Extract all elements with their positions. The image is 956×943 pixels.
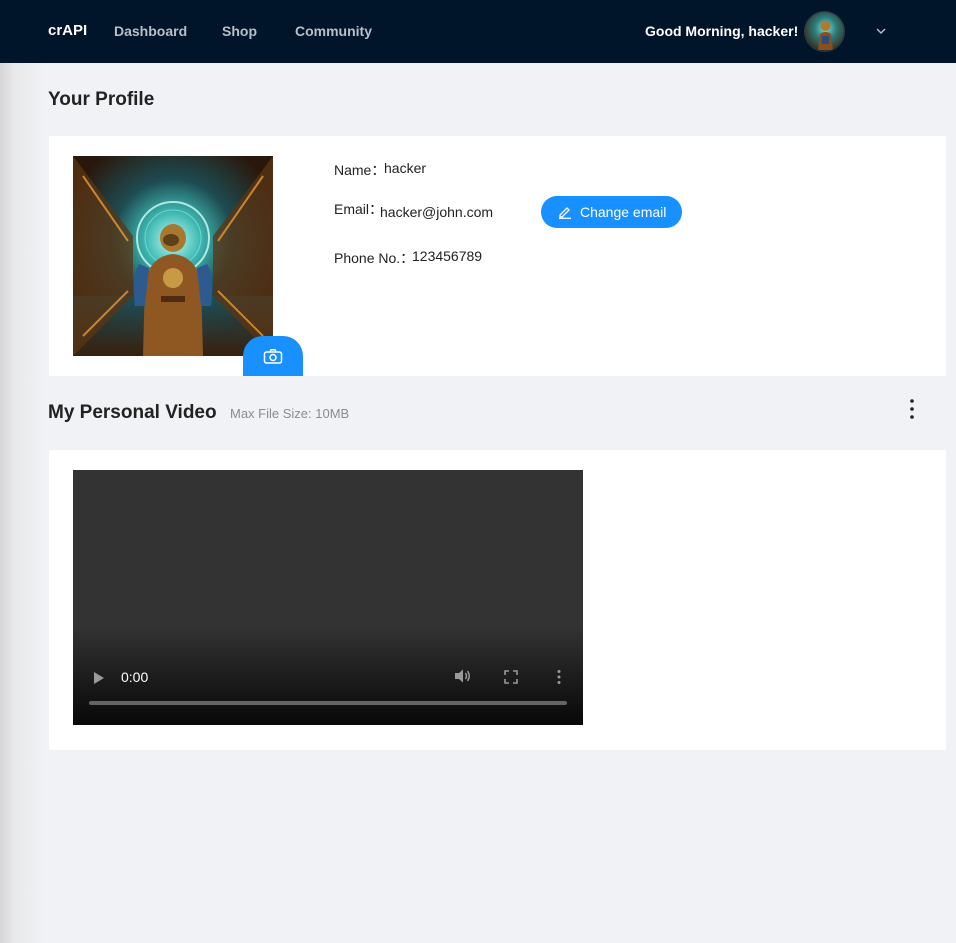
change-email-label: Change email: [580, 204, 667, 220]
max-file-size-note: Max File Size: 10MB: [230, 406, 350, 421]
email-label: Email：: [334, 201, 384, 217]
video-card: 0:00: [49, 450, 946, 750]
volume-icon[interactable]: [454, 668, 472, 684]
name-value: hacker: [384, 160, 427, 176]
phone-value: 123456789: [412, 248, 483, 264]
nav-link-shop[interactable]: Shop: [222, 23, 257, 39]
name-label: Name：: [334, 162, 386, 178]
more-options-icon[interactable]: [904, 398, 920, 420]
user-avatar[interactable]: [804, 11, 845, 52]
nav-link-community[interactable]: Community: [295, 23, 372, 39]
edit-icon: [559, 207, 571, 219]
top-navbar: crAPI Dashboard Shop Community Good Morn…: [0, 0, 956, 63]
video-options-icon[interactable]: [556, 669, 562, 685]
profile-card: Name： hacker Email： hacker@john.com Chan…: [49, 136, 946, 376]
camera-icon: [263, 349, 283, 364]
video-progress-bar[interactable]: [89, 701, 567, 705]
greeting-text: Good Morning, hacker!: [645, 23, 799, 39]
profile-picture: [73, 156, 273, 356]
video-section-title: My Personal Video: [48, 402, 217, 423]
chevron-down-icon[interactable]: [874, 24, 888, 38]
upload-photo-button[interactable]: [243, 336, 303, 376]
page-title: Your Profile: [48, 89, 155, 110]
video-time: 0:00: [121, 669, 149, 685]
brand-logo[interactable]: crAPI: [48, 22, 87, 39]
page-left-shadow: [0, 63, 46, 943]
play-icon[interactable]: [92, 670, 106, 686]
nav-link-dashboard[interactable]: Dashboard: [114, 23, 187, 39]
avatar-image: [805, 12, 844, 51]
video-player[interactable]: 0:00: [73, 470, 583, 725]
email-value: hacker@john.com: [380, 204, 494, 220]
change-email-button[interactable]: Change email: [541, 196, 682, 228]
phone-label: Phone No.：: [334, 250, 415, 266]
fullscreen-icon[interactable]: [504, 670, 518, 684]
